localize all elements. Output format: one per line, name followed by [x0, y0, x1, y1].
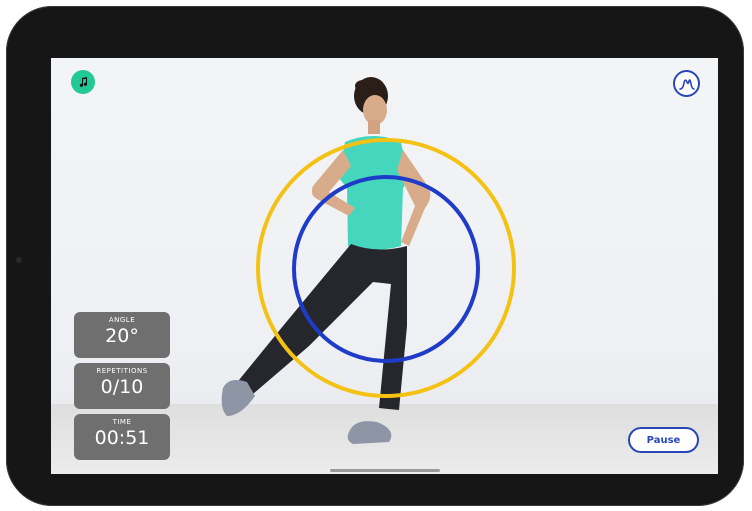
- pause-button[interactable]: Pause: [628, 427, 699, 453]
- time-value: 00:51: [94, 427, 150, 449]
- time-stat: TIME 00:51: [74, 414, 170, 460]
- angle-label: ANGLE: [108, 316, 136, 324]
- repetitions-label: REPETITIONS: [96, 367, 148, 375]
- angle-value: 20°: [105, 325, 139, 347]
- home-indicator[interactable]: [330, 469, 440, 472]
- front-camera: [16, 257, 22, 263]
- angle-stat: ANGLE 20°: [74, 312, 170, 358]
- waveform-icon: [678, 78, 695, 90]
- waveform-button[interactable]: [673, 70, 700, 97]
- repetitions-stat: REPETITIONS 0/10: [74, 363, 170, 409]
- exercise-screen: ANGLE 20° REPETITIONS 0/10 TIME 00:51 Pa…: [51, 58, 718, 474]
- music-note-icon: [79, 77, 88, 87]
- repetitions-value: 0/10: [100, 376, 144, 398]
- music-button[interactable]: [71, 70, 95, 94]
- current-position-circle: [292, 175, 480, 363]
- tablet-device: ANGLE 20° REPETITIONS 0/10 TIME 00:51 Pa…: [6, 6, 744, 506]
- time-label: TIME: [112, 418, 132, 426]
